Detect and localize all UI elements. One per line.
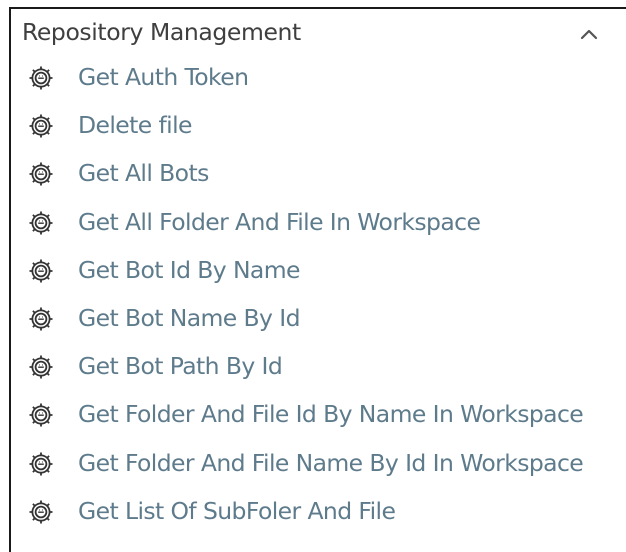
item-label: Get Folder And File Id By Name In Worksp… [78, 400, 584, 429]
list-item[interactable]: Get Auth Token [11, 57, 626, 105]
list-item[interactable]: Get Bot Id By Name [11, 250, 626, 298]
item-label: Get List Of SubFoler And File [78, 496, 396, 525]
list-item[interactable]: Get All Bots [11, 153, 626, 201]
item-label: Get Bot Name By Id [78, 303, 300, 332]
bot-gear-icon [27, 160, 55, 188]
repository-management-panel: Repository Management Get Auth Token Del… [9, 7, 626, 552]
bot-gear-icon [27, 450, 55, 478]
item-label: Delete file [78, 111, 192, 140]
list-item[interactable]: Get Bot Path By Id [11, 346, 626, 394]
bot-gear-icon [27, 401, 55, 429]
item-label: Get Folder And File Name By Id In Worksp… [78, 448, 584, 477]
bot-gear-icon [27, 209, 55, 237]
list-item[interactable]: Get All Folder And File In Workspace [11, 202, 626, 250]
bot-gear-icon [27, 257, 55, 285]
bot-gear-icon [27, 305, 55, 333]
panel-title: Repository Management [22, 18, 301, 46]
chevron-up-icon[interactable] [579, 27, 599, 41]
list-item[interactable]: Delete file [11, 105, 626, 153]
item-label: Get Bot Path By Id [78, 352, 283, 381]
bot-gear-icon [27, 64, 55, 92]
panel-header[interactable]: Repository Management [11, 9, 626, 57]
list-item[interactable]: Get Folder And File Id By Name In Worksp… [11, 394, 626, 442]
bot-gear-icon [27, 498, 55, 526]
action-list: Get Auth Token Delete file Get All Bots … [11, 57, 626, 539]
list-item[interactable]: Get Bot Name By Id [11, 298, 626, 346]
bot-gear-icon [27, 112, 55, 140]
item-label: Get All Folder And File In Workspace [78, 207, 481, 236]
bot-gear-icon [27, 353, 55, 381]
item-label: Get All Bots [78, 159, 209, 188]
list-item[interactable]: Get Folder And File Name By Id In Worksp… [11, 443, 626, 491]
list-item[interactable]: Get List Of SubFoler And File [11, 491, 626, 539]
item-label: Get Bot Id By Name [78, 255, 300, 284]
item-label: Get Auth Token [78, 63, 249, 91]
